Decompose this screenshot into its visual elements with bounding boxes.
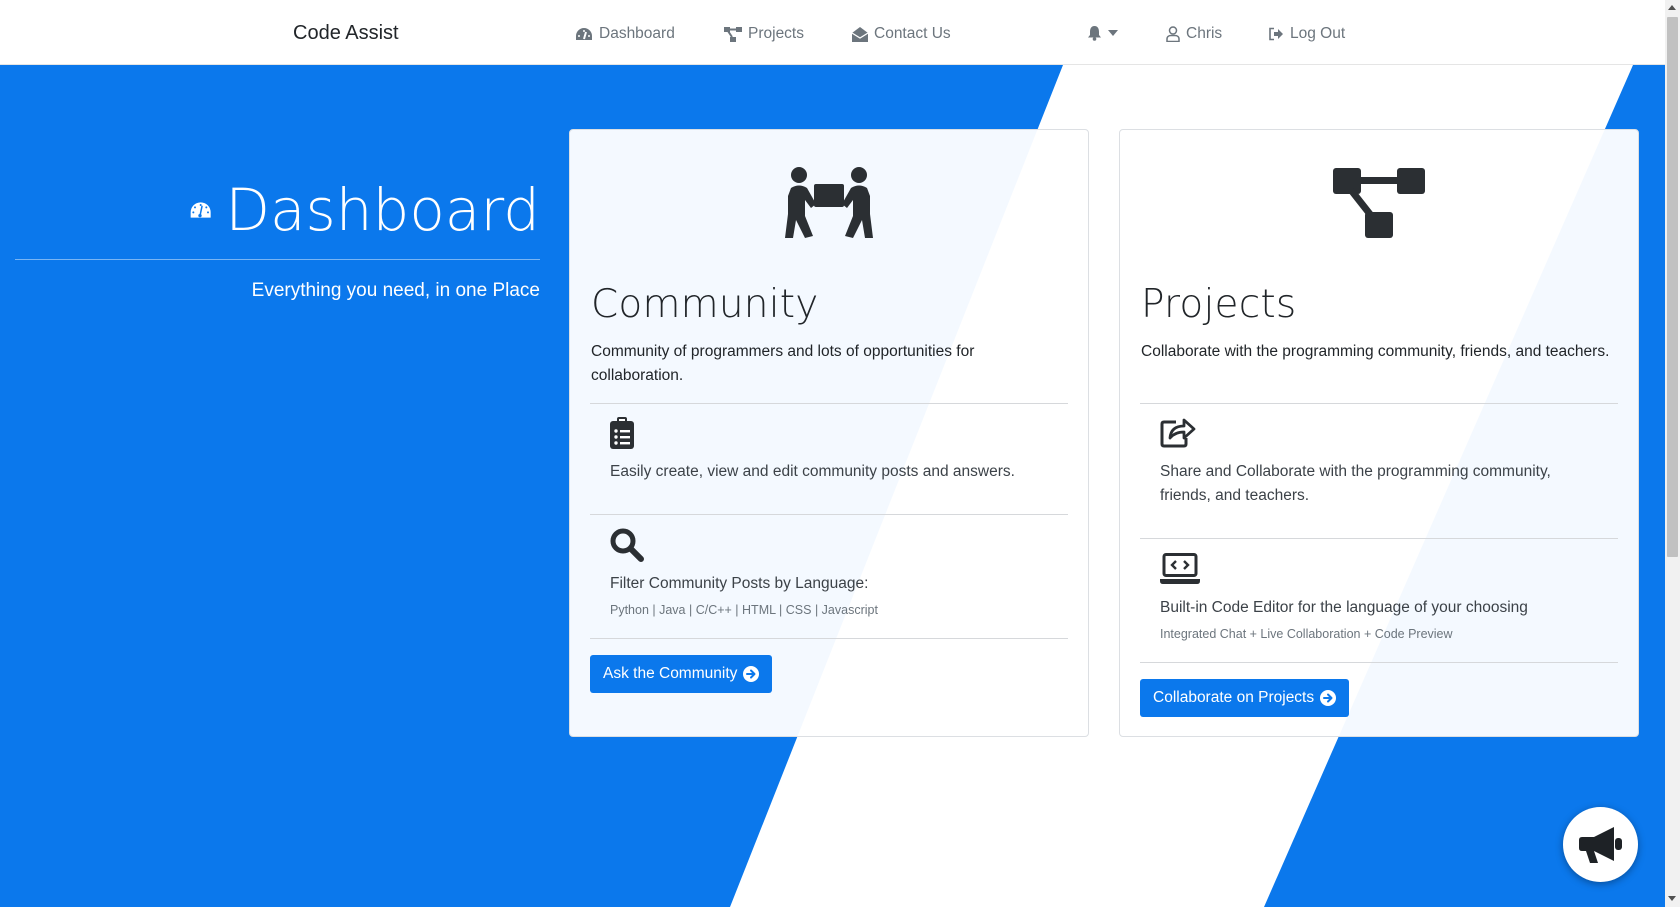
divider [590,638,1068,639]
laptop-code-icon [1160,553,1200,584]
collaborate-projects-label: Collaborate on Projects [1153,689,1315,706]
search-icon [610,528,644,562]
clipboard-list-icon [610,417,634,449]
nav-user[interactable]: Chris [1166,25,1222,43]
hero-divider [15,259,540,260]
caret-down-icon [1108,30,1118,36]
divider [590,514,1068,515]
editor-features: Integrated Chat + Live Collaboration + C… [1160,627,1453,641]
nav-contact-label: Contact Us [874,25,951,42]
bullhorn-icon [1578,826,1622,863]
page-scrollbar[interactable] [1665,0,1680,907]
nav-dashboard[interactable]: Dashboard [575,25,675,43]
tachometer-icon [576,28,592,40]
community-description: Community of programmers and lots of opp… [591,343,975,384]
page-title: Dashboard [190,175,540,245]
community-feature-posts: Easily create, view and edit community p… [610,463,1015,480]
community-feature-filter: Filter Community Posts by Language: [610,575,869,592]
collaborate-projects-button[interactable]: Collaborate on Projects [1140,679,1350,717]
language-list: Python | Java | C/C++ | HTML | CSS | Jav… [610,603,878,617]
sitemap-icon [724,26,742,42]
top-navbar: Code Assist Dashboard Projects Contact U… [0,0,1665,65]
brand-logo[interactable]: Code Assist [293,22,399,45]
projects-description: Collaborate with the programming communi… [1141,343,1610,360]
nav-projects-label: Projects [748,25,804,42]
nav-logout-label: Log Out [1290,25,1346,42]
bell-icon [1088,26,1101,41]
projects-feature-share: Share and Collaborate with the programmi… [1160,463,1551,504]
arrow-circle-right-icon [743,666,760,682]
announcements-button[interactable] [1563,807,1638,882]
nav-logout[interactable]: Log Out [1268,25,1345,43]
projects-title: Projects [1141,282,1297,327]
notifications-dropdown[interactable] [1087,25,1118,41]
sign-out-icon [1269,27,1283,41]
envelope-open-icon [852,26,868,42]
nav-contact[interactable]: Contact Us [852,25,951,43]
share-square-icon [1160,418,1196,448]
community-title: Community [591,282,819,327]
page-subtitle: Everything you need, in one Place [251,280,540,301]
arrow-circle-right-icon [1320,690,1337,706]
nav-projects[interactable]: Projects [724,25,804,43]
projects-feature-editor: Built-in Code Editor for the language of… [1160,599,1528,616]
projects-card: Projects Collaborate with the programmin… [1119,129,1639,737]
scroll-down-arrow-icon[interactable] [1668,896,1676,901]
community-card: Community Community of programmers and l… [569,129,1089,737]
ask-community-label: Ask the Community [603,665,738,682]
divider [1140,538,1618,539]
nav-dashboard-label: Dashboard [599,25,675,42]
scroll-up-arrow-icon[interactable] [1668,5,1676,10]
project-diagram-icon [1333,168,1425,238]
ask-community-button[interactable]: Ask the Community [590,655,773,693]
divider [1140,662,1618,663]
divider [1140,403,1618,404]
nav-user-label: Chris [1186,25,1223,42]
divider [590,403,1068,404]
user-icon [1166,26,1180,42]
people-carry-icon [785,167,873,238]
tachometer-icon [190,202,211,218]
scrollbar-thumb[interactable] [1667,17,1678,557]
page-title-text: Dashboard [225,176,540,244]
